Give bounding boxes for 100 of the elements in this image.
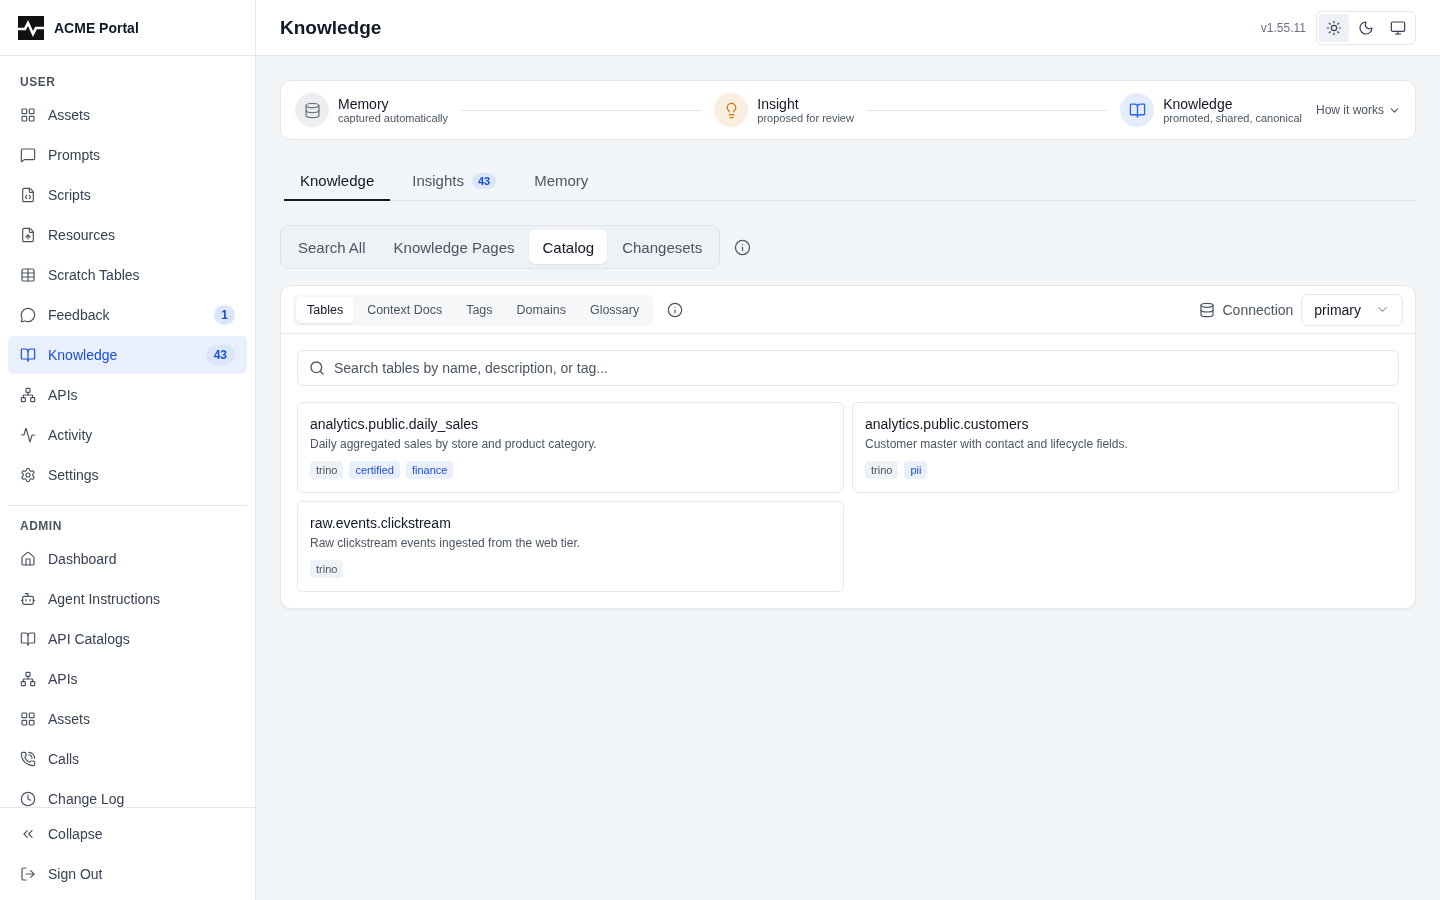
tag: certified	[349, 461, 400, 479]
sidebar-item[interactable]: Assets	[8, 95, 247, 135]
sidebar-item[interactable]: Assets	[8, 699, 247, 739]
page-title: Knowledge	[280, 16, 383, 39]
sidebar-item-label: Settings	[48, 467, 100, 483]
book-icon	[20, 347, 36, 363]
tag: finance	[405, 461, 454, 479]
view-tab[interactable]: Search All	[285, 230, 379, 264]
sidebar-item-label: APIs	[48, 387, 79, 403]
sidebar-item-label: Agent Instructions	[48, 591, 162, 607]
view-tab[interactable]: Knowledge Pages	[380, 230, 528, 264]
sidebar-item[interactable]: Agent Instructions	[8, 579, 247, 619]
grid-icon	[20, 711, 36, 727]
sidebar-item[interactable]: Knowledge 43	[8, 336, 247, 374]
table-card[interactable]: analytics.public.daily_sales Daily aggregated sales by store and product category. trino certified finance	[297, 402, 844, 493]
connection-select[interactable]: primary	[1301, 293, 1403, 326]
subtab[interactable]: Context Docs	[356, 296, 454, 323]
sidebar-item[interactable]: API Catalogs	[8, 619, 247, 659]
tag: pii	[904, 461, 928, 479]
sidebar-item[interactable]: Prompts	[8, 135, 247, 175]
tag: trino	[865, 461, 899, 479]
section-heading: ADMIN	[19, 518, 63, 535]
app-name: ACME Portal	[54, 19, 139, 36]
step-subtitle: proposed for review	[757, 112, 854, 124]
subtab[interactable]: Tables	[296, 296, 355, 323]
sidebar-item[interactable]: Sign Out	[8, 854, 247, 894]
tab[interactable]: Knowledge	[284, 164, 391, 201]
robot-icon	[20, 591, 36, 607]
sidebar-item[interactable]: Calls	[8, 739, 247, 779]
settings-icon	[20, 467, 36, 483]
table-icon	[20, 267, 36, 283]
file-upload-icon	[20, 227, 36, 243]
sidebar-item-label: Prompts	[48, 147, 102, 163]
section-heading: USER	[19, 74, 57, 91]
sidebar-item-label: Scripts	[48, 187, 92, 203]
info-icon	[667, 301, 684, 318]
sidebar-item-label: Change Log	[48, 791, 126, 807]
tag: trino	[310, 461, 344, 479]
step-subtitle: promoted, shared, canonical	[1163, 112, 1302, 124]
sidebar-item[interactable]: Settings	[8, 455, 247, 495]
table-name: raw.events.clickstream	[310, 515, 452, 531]
table-description: Daily aggregated sales by store and product category.	[310, 437, 598, 451]
info-icon	[734, 238, 752, 256]
logo-icon	[18, 15, 44, 40]
version-label: v1.55.11	[1260, 20, 1306, 35]
tab[interactable]: Memory	[518, 164, 605, 201]
sidebar-item-label: Resources	[48, 227, 116, 243]
sidebar-item-label: Assets	[48, 711, 91, 727]
database-icon	[1198, 301, 1215, 318]
network-icon	[20, 671, 36, 687]
sidebar-item[interactable]: Activity	[8, 415, 247, 455]
view-tab[interactable]: Changesets	[609, 230, 716, 264]
phone-icon	[20, 751, 36, 767]
connection-label: Connection	[1222, 301, 1294, 318]
clock-icon	[20, 791, 36, 807]
code-file-icon	[20, 187, 36, 203]
moon-icon	[1358, 19, 1374, 36]
subtab[interactable]: Glossary	[578, 296, 651, 323]
count-badge: 43	[205, 345, 235, 365]
subtab[interactable]: Tags	[455, 296, 504, 323]
count-badge: 1	[214, 305, 235, 325]
chat-bubble-icon	[20, 307, 36, 323]
sidebar-item[interactable]: APIs	[8, 659, 247, 699]
table-card[interactable]: raw.events.clickstream Raw clickstream events ingested from the web tier. trino	[297, 501, 844, 592]
network-icon	[20, 387, 36, 403]
search-field[interactable]: Search tables by name, description, or tag...	[297, 350, 1399, 386]
home-icon	[20, 551, 36, 567]
sidebar-item[interactable]: Collapse	[8, 814, 247, 854]
sidebar-item[interactable]: Dashboard	[8, 539, 247, 579]
step-title: Knowledge	[1163, 96, 1234, 112]
sun-icon	[1326, 19, 1342, 36]
sidebar-item-label: Knowledge	[48, 347, 119, 363]
monitor-icon	[1390, 19, 1406, 36]
theme-button[interactable]	[1319, 13, 1349, 42]
subtab[interactable]: Domains	[505, 296, 577, 323]
sidebar-item-label: Collapse	[48, 826, 104, 842]
view-tab[interactable]: Catalog	[529, 230, 608, 264]
step-subtitle: captured automatically	[338, 112, 449, 124]
sidebar-item[interactable]: Feedback 1	[8, 295, 247, 335]
table-name: analytics.public.daily_sales	[310, 416, 480, 432]
tag: trino	[310, 560, 344, 578]
grid-icon	[20, 107, 36, 123]
sidebar-item[interactable]: Resources	[8, 215, 247, 255]
sidebar-item-label: Calls	[48, 751, 81, 767]
sidebar-item[interactable]: Scratch Tables	[8, 255, 247, 295]
count-badge: 43	[471, 172, 497, 189]
step-title: Memory	[338, 96, 390, 112]
search-icon	[309, 360, 325, 376]
activity-icon	[20, 427, 36, 443]
sidebar-item[interactable]: Change Log	[8, 779, 247, 807]
book-icon	[20, 631, 36, 647]
how-it-works-link[interactable]: How it works	[1316, 103, 1401, 117]
sidebar-item-label: Assets	[48, 107, 91, 123]
tab[interactable]: Insights 43	[396, 164, 513, 201]
table-card[interactable]: analytics.public.customers Customer master with contact and lifecycle fields. trino pii	[852, 402, 1399, 493]
step-title: Insight	[757, 96, 800, 112]
sidebar-item-label: API Catalogs	[48, 631, 131, 647]
sidebar-item[interactable]: Scripts	[8, 175, 247, 215]
chat-icon	[20, 147, 36, 163]
sidebar-item[interactable]: APIs	[8, 375, 247, 415]
